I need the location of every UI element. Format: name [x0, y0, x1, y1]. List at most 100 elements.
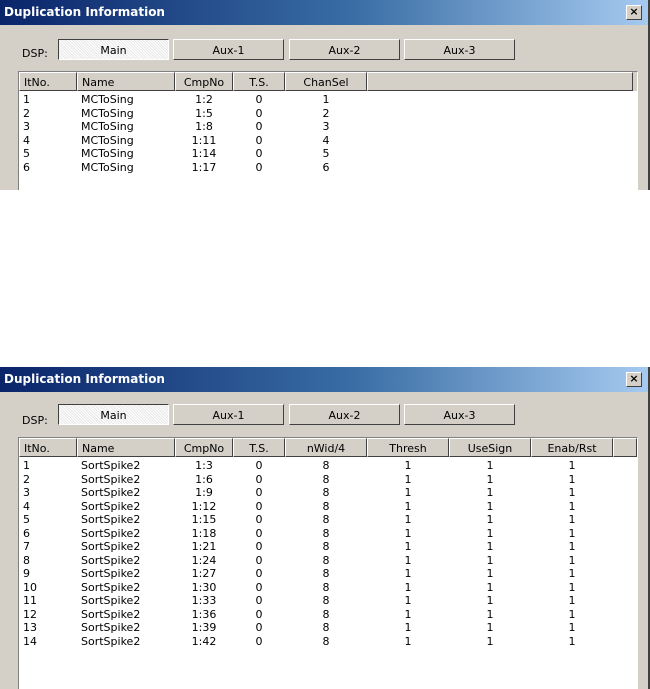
- cell-itno: 14: [23, 634, 37, 648]
- column-header-itno[interactable]: ItNo.: [19, 438, 77, 457]
- cell-name: MCToSing: [81, 93, 134, 106]
- cell-t-s: 0: [255, 553, 263, 567]
- cell-enab-rst: 1: [568, 459, 576, 472]
- tab-aux-3[interactable]: Aux-3: [404, 404, 515, 425]
- tab-main[interactable]: Main: [58, 39, 169, 60]
- column-header-t-s[interactable]: T.S.: [233, 438, 285, 457]
- column-header-t-s[interactable]: T.S.: [233, 72, 285, 91]
- cell-usesign: 1: [486, 513, 494, 526]
- cell-nwid-4: 8: [322, 621, 330, 634]
- cell-name: SortSpike2: [81, 607, 141, 621]
- column-header-usesign[interactable]: UseSign: [449, 438, 531, 457]
- column-header-cmpno[interactable]: CmpNo: [175, 72, 233, 91]
- cell-name: SortSpike2: [81, 499, 141, 513]
- cell-cmpno: 1:9: [195, 486, 213, 499]
- cell-name: MCToSing: [81, 106, 134, 120]
- column-header-filler: [367, 72, 633, 91]
- table-row[interactable]: 1 SortSpike2 1:3 0 8 1 1 1: [19, 459, 637, 472]
- table-row[interactable]: 4 MCToSing 1:11 0 4: [19, 134, 637, 147]
- close-button[interactable]: ×: [626, 372, 642, 387]
- cell-itno: 6: [23, 526, 30, 540]
- cell-cmpno: 1:21: [191, 540, 217, 553]
- tab-aux-2[interactable]: Aux-2: [289, 404, 400, 425]
- table-row[interactable]: 6 MCToSing 1:17 0 6: [19, 161, 637, 174]
- duplication-list[interactable]: ItNo. Name CmpNo T.S. nWid/4 Thresh UseSign Ena…: [18, 437, 638, 689]
- cell-nwid-4: 8: [322, 634, 330, 648]
- column-header-name[interactable]: Name: [77, 72, 175, 91]
- cell-itno: 9: [23, 567, 30, 580]
- tab-aux-1[interactable]: Aux-1: [173, 39, 284, 60]
- table-row[interactable]: 12 SortSpike2 1:36 0 8 1 1 1: [19, 608, 637, 621]
- table-row[interactable]: 1 MCToSing 1:2 0 1: [19, 93, 637, 106]
- cell-itno: 13: [23, 621, 37, 634]
- cell-name: SortSpike2: [81, 594, 141, 607]
- cell-chansel: 4: [322, 133, 330, 147]
- cell-t-s: 0: [255, 513, 263, 526]
- cell-t-s: 0: [255, 499, 263, 513]
- cell-cmpno: 1:8: [195, 120, 213, 133]
- column-header-thresh[interactable]: Thresh: [367, 438, 449, 457]
- title-bar[interactable]: Duplication Information ×: [0, 367, 648, 392]
- tab-aux-1[interactable]: Aux-1: [173, 404, 284, 425]
- cell-enab-rst: 1: [568, 594, 576, 607]
- cell-itno: 2: [23, 106, 30, 120]
- table-row[interactable]: 5 MCToSing 1:14 0 5: [19, 147, 637, 160]
- cell-thresh: 1: [404, 567, 412, 580]
- table-row[interactable]: 4 SortSpike2 1:12 0 8 1 1 1: [19, 500, 637, 513]
- column-header-cmpno[interactable]: CmpNo: [175, 438, 233, 457]
- column-header-nwid-4[interactable]: nWid/4: [285, 438, 367, 457]
- cell-name: SortSpike2: [81, 621, 141, 634]
- cell-usesign: 1: [486, 540, 494, 553]
- tab-aux-2[interactable]: Aux-2: [289, 39, 400, 60]
- table-row[interactable]: 6 SortSpike2 1:18 0 8 1 1 1: [19, 527, 637, 540]
- cell-cmpno: 1:30: [191, 580, 217, 594]
- cell-nwid-4: 8: [322, 526, 330, 540]
- table-row[interactable]: 3 MCToSing 1:8 0 3: [19, 120, 637, 133]
- tab-aux-3[interactable]: Aux-3: [404, 39, 515, 60]
- cell-usesign: 1: [486, 607, 494, 621]
- cell-enab-rst: 1: [568, 499, 576, 513]
- cell-itno: 11: [23, 594, 37, 607]
- table-row[interactable]: 11 SortSpike2 1:33 0 8 1 1 1: [19, 594, 637, 607]
- column-header-name[interactable]: Name: [77, 438, 175, 457]
- column-header-chansel[interactable]: ChanSel: [285, 72, 367, 91]
- cell-nwid-4: 8: [322, 540, 330, 553]
- duplication-list[interactable]: ItNo. Name CmpNo T.S. ChanSel 1 MCToSing 1:2 0 1…: [18, 71, 638, 190]
- column-header-itno[interactable]: ItNo.: [19, 72, 77, 91]
- dsp-label: DSP:: [22, 414, 48, 427]
- table-row[interactable]: 14 SortSpike2 1:42 0 8 1 1 1: [19, 635, 637, 648]
- cell-usesign: 1: [486, 459, 494, 472]
- cell-t-s: 0: [255, 486, 263, 499]
- cell-enab-rst: 1: [568, 526, 576, 540]
- cell-t-s: 0: [255, 607, 263, 621]
- close-button[interactable]: ×: [626, 5, 642, 20]
- cell-cmpno: 1:39: [191, 621, 217, 634]
- cell-name: SortSpike2: [81, 553, 141, 567]
- table-row[interactable]: 2 MCToSing 1:5 0 2: [19, 107, 637, 120]
- cell-nwid-4: 8: [322, 607, 330, 621]
- cell-t-s: 0: [255, 147, 263, 160]
- cell-t-s: 0: [255, 526, 263, 540]
- title-bar[interactable]: Duplication Information ×: [0, 0, 648, 25]
- cell-enab-rst: 1: [568, 486, 576, 499]
- table-row[interactable]: 9 SortSpike2 1:27 0 8 1 1 1: [19, 567, 637, 580]
- cell-thresh: 1: [404, 553, 412, 567]
- table-row[interactable]: 7 SortSpike2 1:21 0 8 1 1 1: [19, 540, 637, 553]
- table-row[interactable]: 8 SortSpike2 1:24 0 8 1 1 1: [19, 554, 637, 567]
- table-row[interactable]: 5 SortSpike2 1:15 0 8 1 1 1: [19, 513, 637, 526]
- cell-thresh: 1: [404, 634, 412, 648]
- cell-cmpno: 1:5: [195, 106, 213, 120]
- cell-t-s: 0: [255, 133, 263, 147]
- table-row[interactable]: 13 SortSpike2 1:39 0 8 1 1 1: [19, 621, 637, 634]
- cell-itno: 5: [23, 147, 30, 160]
- column-header-enab-rst[interactable]: Enab/Rst: [531, 438, 613, 457]
- cell-enab-rst: 1: [568, 567, 576, 580]
- table-row[interactable]: 2 SortSpike2 1:6 0 8 1 1 1: [19, 473, 637, 486]
- table-row[interactable]: 3 SortSpike2 1:9 0 8 1 1 1: [19, 486, 637, 499]
- cell-cmpno: 1:33: [191, 594, 217, 607]
- table-row[interactable]: 10 SortSpike2 1:30 0 8 1 1 1: [19, 581, 637, 594]
- cell-enab-rst: 1: [568, 634, 576, 648]
- cell-thresh: 1: [404, 472, 412, 486]
- tab-main[interactable]: Main: [58, 404, 169, 425]
- cell-nwid-4: 8: [322, 459, 330, 472]
